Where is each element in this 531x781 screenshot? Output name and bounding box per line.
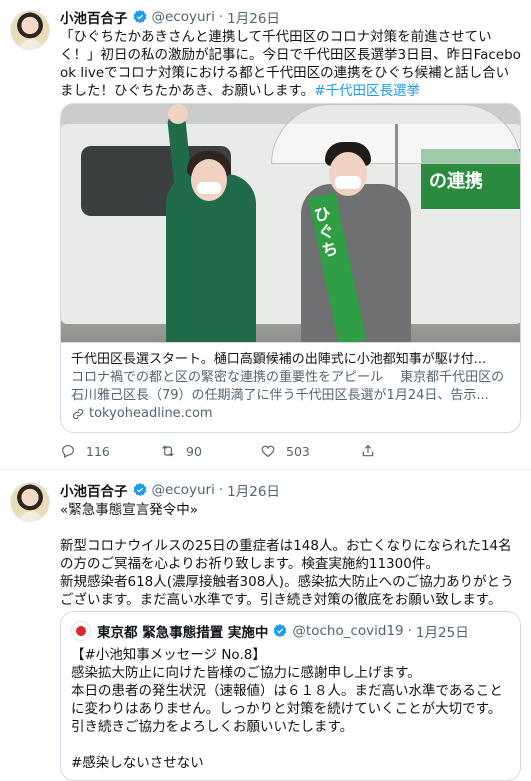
tweet[interactable]: 小池百合子 @ecoyuri · 1月26日 «緊急事態宣言発令中» 新型コロナ…: [0, 470, 531, 781]
quoted-header: 東京都 緊急事態措置 実施中 @tocho_covid19 · 1月25日: [71, 621, 469, 641]
share-icon: [362, 444, 374, 457]
card-title[interactable]: 千代田区長選スタート。樋口高顕候補の出陣式に小池都知事が駆け付...: [71, 351, 512, 369]
heart-icon: [261, 445, 275, 458]
quoted-text: 【#小池知事メッセージ No.8】 感染拡大防止に向けた皆様のご協力に感謝申し上…: [71, 647, 503, 771]
author-avatar[interactable]: [10, 482, 50, 522]
author-name[interactable]: 小池百合子: [60, 480, 128, 500]
van-sign-text: の連携: [429, 171, 483, 192]
author-handle[interactable]: @ecoyuri: [152, 482, 215, 498]
tweet-text: «緊急事態宣言発令中» 新型コロナウイルスの25日の重症者は148人。お亡くなり…: [60, 502, 514, 608]
tweet-header: 小池百合子 @ecoyuri · 1月26日: [60, 480, 280, 500]
separator-dot: ·: [407, 623, 412, 639]
candidate-mask: [335, 176, 361, 189]
tweet-actions: 116 90 503: [60, 441, 460, 461]
tweet-text: 「ひぐちたかあきさんと連携して千代田区のコロナ対策を前進させていく！」初日の私の…: [60, 28, 522, 100]
tweet[interactable]: 小池百合子 @ecoyuri · 1月26日 「ひぐちたかあきさんと連携して千代…: [0, 0, 531, 470]
link-icon: [72, 408, 84, 420]
retweet-icon: [162, 445, 174, 457]
share-button[interactable]: [360, 443, 460, 459]
verified-badge-icon: [274, 624, 287, 638]
person-face: [191, 159, 227, 201]
separator-dot: ·: [218, 9, 224, 25]
retweet-button[interactable]: 90: [160, 443, 260, 459]
tweet-body: 「ひぐちたかあきさんと連携して千代田区のコロナ対策を前進させていく！」初日の私の…: [60, 29, 521, 99]
reply-icon: [62, 445, 74, 459]
tweet-date[interactable]: 1月26日: [227, 7, 280, 27]
quoted-author-name[interactable]: 東京都 緊急事態措置 実施中: [97, 621, 268, 641]
like-button[interactable]: 503: [260, 443, 360, 459]
card-domain[interactable]: tokyoheadline.com: [71, 405, 512, 423]
face-mask: [197, 182, 221, 194]
verified-badge-icon: [133, 483, 146, 497]
quoted-date[interactable]: 1月25日: [416, 621, 469, 641]
card-photo: の連携 ひぐち: [61, 104, 520, 342]
retweet-count: 90: [186, 443, 202, 459]
quoted-handle[interactable]: @tocho_covid19: [292, 623, 403, 639]
card-description: コロナ禍での都と区の緊密な連携の重要性をアピール 東京都千代田区の石川雅己区長（…: [71, 370, 505, 403]
like-count: 503: [286, 443, 310, 459]
author-avatar[interactable]: [10, 10, 50, 50]
author-name[interactable]: 小池百合子: [60, 7, 128, 27]
separator-dot: ·: [218, 482, 224, 498]
reply-button[interactable]: 116: [60, 443, 160, 459]
waving-hand: [168, 104, 188, 124]
link-card[interactable]: の連携 ひぐち 千代田区長選スタート。樋口高顕候補の出陣式に小池都知事が駆け付.…: [60, 103, 521, 433]
candidate-face: [329, 152, 367, 196]
tweet-header: 小池百合子 @ecoyuri · 1月26日: [60, 7, 280, 27]
tweet-date[interactable]: 1月26日: [227, 480, 280, 500]
quoted-tweet[interactable]: 東京都 緊急事態措置 実施中 @tocho_covid19 · 1月25日 【#…: [60, 611, 521, 781]
hashtag-link[interactable]: #千代田区長選挙: [314, 83, 420, 99]
card-meta[interactable]: 千代田区長選スタート。樋口高顕候補の出陣式に小池都知事が駆け付... コロナ禍で…: [61, 342, 520, 432]
author-handle[interactable]: @ecoyuri: [152, 9, 215, 25]
reply-count: 116: [86, 443, 110, 459]
quoted-avatar[interactable]: [71, 621, 91, 641]
verified-badge-icon: [133, 10, 146, 24]
card-domain-text: tokyoheadline.com: [89, 406, 213, 421]
